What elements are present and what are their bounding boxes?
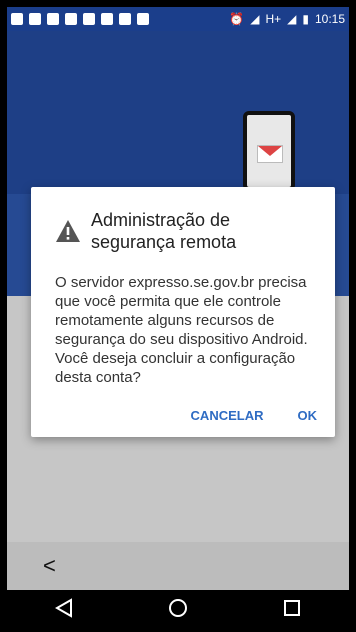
nav-home-icon[interactable] xyxy=(164,594,192,622)
app-header-illustration xyxy=(7,31,349,194)
back-chevron-icon[interactable]: < xyxy=(43,553,56,579)
email-icon xyxy=(101,13,113,25)
whatsapp-icon xyxy=(119,13,131,25)
phone-illustration xyxy=(243,111,295,191)
dialog-title: Administração de segurança remota xyxy=(91,210,237,252)
system-navigation-bar xyxy=(7,590,349,625)
signal-icon: ◢ xyxy=(250,12,260,26)
network-type: H+ xyxy=(265,12,282,26)
ok-button[interactable]: OK xyxy=(298,408,318,423)
dialog-message: O servidor expresso.se.gov.br precisa qu… xyxy=(55,274,308,386)
alarm-icon: ⏰ xyxy=(229,12,245,26)
dialog-header: Administração de segurança remota xyxy=(55,209,311,253)
status-bar: ⏰ ◢ H+ ◢ ▮ 10:15 xyxy=(7,7,349,31)
facebook-icon xyxy=(47,13,59,25)
cancel-button[interactable]: CANCELAR xyxy=(191,408,264,423)
app-bottom-bar: < xyxy=(7,542,349,590)
warning-icon xyxy=(56,220,80,242)
signal-icon: ◢ xyxy=(287,12,297,26)
battery-icon: ▮ xyxy=(302,12,309,26)
screen: ⏰ ◢ H+ ◢ ▮ 10:15 < Administração de segu… xyxy=(7,7,349,625)
nav-back-icon[interactable] xyxy=(50,594,78,622)
remote-security-dialog: Administração de segurança remota O serv… xyxy=(31,187,335,437)
facebook-icon xyxy=(83,13,95,25)
notification-icons xyxy=(11,13,149,25)
dialog-actions: CANCELAR OK xyxy=(191,408,317,423)
clock: 10:15 xyxy=(314,12,345,26)
image-icon xyxy=(137,13,149,25)
message-icon xyxy=(11,13,23,25)
nav-recents-icon[interactable] xyxy=(278,594,306,622)
gmail-icon xyxy=(257,145,283,163)
system-status: ⏰ ◢ H+ ◢ ▮ 10:15 xyxy=(229,12,345,26)
app-icon xyxy=(65,13,77,25)
facebook-icon xyxy=(29,13,41,25)
